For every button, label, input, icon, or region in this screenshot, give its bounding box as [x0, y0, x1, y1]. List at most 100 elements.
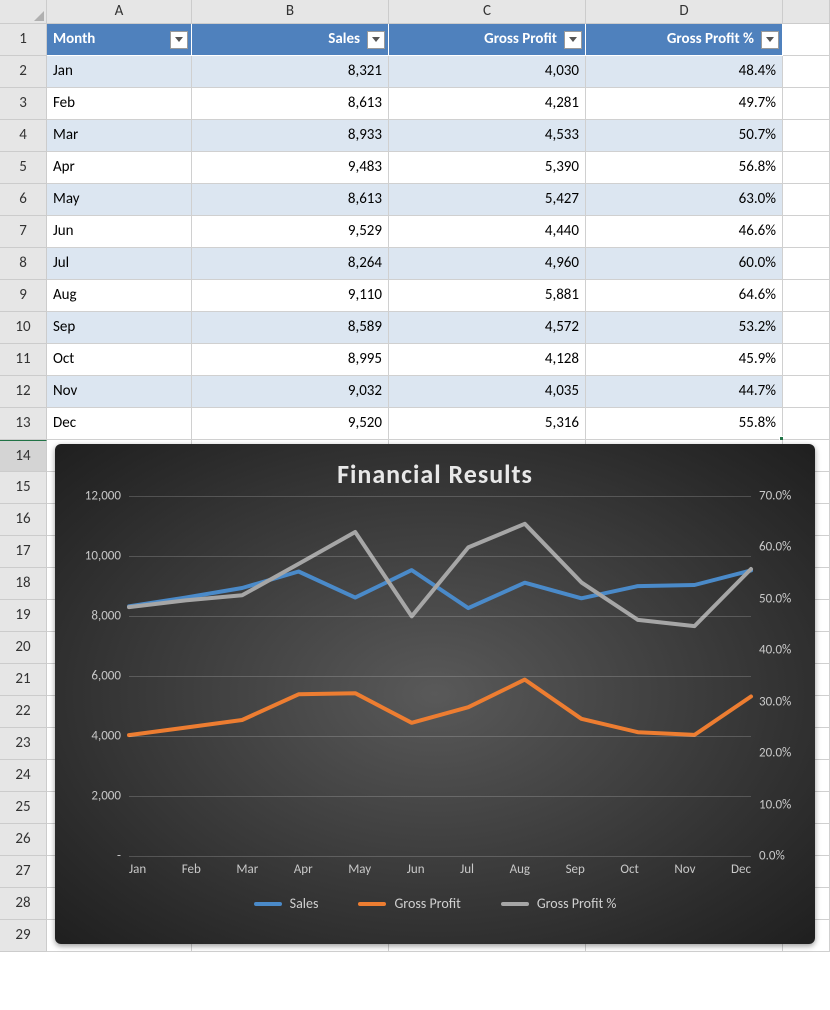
row-header-14[interactable]: 14	[0, 440, 47, 472]
row-header-28[interactable]: 28	[0, 888, 47, 920]
cell-month[interactable]: Jan	[47, 56, 192, 88]
filter-dropdown-icon[interactable]	[170, 31, 188, 49]
chart-container[interactable]: Financial Results -2,0004,0006,0008,0001…	[55, 444, 815, 944]
row-header-1[interactable]: 1	[0, 24, 47, 56]
row-header-26[interactable]: 26	[0, 824, 47, 856]
row-header-19[interactable]: 19	[0, 600, 47, 632]
col-header-D[interactable]: D	[586, 0, 783, 24]
select-all-corner[interactable]	[0, 0, 47, 24]
cell-empty[interactable]	[783, 88, 830, 120]
cell-gross-profit-pct[interactable]: 56.8%	[586, 152, 783, 184]
cell-sales[interactable]: 9,529	[192, 216, 389, 248]
cell-gross-profit-pct[interactable]: 45.9%	[586, 344, 783, 376]
cell-gross-profit-pct[interactable]: 48.4%	[586, 56, 783, 88]
cell-gross-profit[interactable]: 5,390	[389, 152, 586, 184]
table-header-sales[interactable]: Sales	[192, 24, 389, 56]
cell-month[interactable]: Jul	[47, 248, 192, 280]
filter-dropdown-icon[interactable]	[564, 31, 582, 49]
cell-empty[interactable]	[783, 120, 830, 152]
row-header-16[interactable]: 16	[0, 504, 47, 536]
cell-month[interactable]: Apr	[47, 152, 192, 184]
row-header-5[interactable]: 5	[0, 152, 47, 184]
cell-month[interactable]: Aug	[47, 280, 192, 312]
row-header-22[interactable]: 22	[0, 696, 47, 728]
cell-sales[interactable]: 9,110	[192, 280, 389, 312]
cell-gross-profit-pct[interactable]: 60.0%	[586, 248, 783, 280]
cell-gross-profit[interactable]: 5,316	[389, 408, 586, 440]
row-header-29[interactable]: 29	[0, 920, 47, 952]
cell-month[interactable]: Dec	[47, 408, 192, 440]
cell-sales[interactable]: 8,995	[192, 344, 389, 376]
row-header-18[interactable]: 18	[0, 568, 47, 600]
cell-sales[interactable]: 9,032	[192, 376, 389, 408]
row-header-27[interactable]: 27	[0, 856, 47, 888]
table-header-gpp[interactable]: Gross Profit %	[586, 24, 783, 56]
cell-empty[interactable]	[783, 280, 830, 312]
cell-gross-profit-pct[interactable]: 49.7%	[586, 88, 783, 120]
cell-sales[interactable]: 8,933	[192, 120, 389, 152]
filter-dropdown-icon[interactable]	[761, 31, 779, 49]
row-header-13[interactable]: 13	[0, 408, 47, 440]
row-header-10[interactable]: 10	[0, 312, 47, 344]
cell-month[interactable]: Mar	[47, 120, 192, 152]
cell-gross-profit[interactable]: 4,281	[389, 88, 586, 120]
cell-month[interactable]: Oct	[47, 344, 192, 376]
cell-gross-profit-pct[interactable]: 53.2%	[586, 312, 783, 344]
cell-gross-profit-pct[interactable]: 44.7%	[586, 376, 783, 408]
cell-sales[interactable]: 8,321	[192, 56, 389, 88]
row-header-15[interactable]: 15	[0, 472, 47, 504]
cell-empty[interactable]	[783, 216, 830, 248]
cell-gross-profit[interactable]: 4,533	[389, 120, 586, 152]
cell-gross-profit[interactable]: 4,128	[389, 344, 586, 376]
row-header-23[interactable]: 23	[0, 728, 47, 760]
cell-empty[interactable]	[783, 184, 830, 216]
cell-empty[interactable]	[783, 248, 830, 280]
row-header-17[interactable]: 17	[0, 536, 47, 568]
row-header-4[interactable]: 4	[0, 120, 47, 152]
cell-gross-profit-pct[interactable]: 64.6%	[586, 280, 783, 312]
cell-gross-profit[interactable]: 4,035	[389, 376, 586, 408]
row-header-12[interactable]: 12	[0, 376, 47, 408]
filter-dropdown-icon[interactable]	[367, 31, 385, 49]
row-header-8[interactable]: 8	[0, 248, 47, 280]
row-header-9[interactable]: 9	[0, 280, 47, 312]
cell-month[interactable]: May	[47, 184, 192, 216]
cell-empty[interactable]	[783, 24, 830, 56]
cell-sales[interactable]: 8,264	[192, 248, 389, 280]
row-header-3[interactable]: 3	[0, 88, 47, 120]
col-header-C[interactable]: C	[389, 0, 586, 24]
cell-gross-profit-pct[interactable]: 50.7%	[586, 120, 783, 152]
row-header-24[interactable]: 24	[0, 760, 47, 792]
cell-gross-profit[interactable]: 4,030	[389, 56, 586, 88]
cell-empty[interactable]	[783, 312, 830, 344]
row-header-25[interactable]: 25	[0, 792, 47, 824]
col-header-B[interactable]: B	[192, 0, 389, 24]
cell-gross-profit[interactable]: 5,881	[389, 280, 586, 312]
cell-sales[interactable]: 9,520	[192, 408, 389, 440]
row-header-20[interactable]: 20	[0, 632, 47, 664]
cell-empty[interactable]	[783, 408, 830, 440]
table-header-gp[interactable]: Gross Profit	[389, 24, 586, 56]
cell-gross-profit[interactable]: 4,440	[389, 216, 586, 248]
row-header-7[interactable]: 7	[0, 216, 47, 248]
cell-gross-profit-pct[interactable]: 63.0%	[586, 184, 783, 216]
cell-month[interactable]: Feb	[47, 88, 192, 120]
cell-sales[interactable]: 9,483	[192, 152, 389, 184]
cell-gross-profit-pct[interactable]: 46.6%	[586, 216, 783, 248]
cell-month[interactable]: Jun	[47, 216, 192, 248]
row-header-2[interactable]: 2	[0, 56, 47, 88]
cell-gross-profit-pct[interactable]: 55.8%	[586, 408, 783, 440]
cell-empty[interactable]	[783, 152, 830, 184]
cell-empty[interactable]	[783, 376, 830, 408]
cell-month[interactable]: Sep	[47, 312, 192, 344]
cell-empty[interactable]	[783, 56, 830, 88]
cell-gross-profit[interactable]: 5,427	[389, 184, 586, 216]
table-header-month[interactable]: Month	[47, 24, 192, 56]
col-header-A[interactable]: A	[47, 0, 192, 24]
cell-sales[interactable]: 8,613	[192, 88, 389, 120]
cell-empty[interactable]	[783, 344, 830, 376]
cell-gross-profit[interactable]: 4,572	[389, 312, 586, 344]
cell-month[interactable]: Nov	[47, 376, 192, 408]
col-header-extra[interactable]	[783, 0, 830, 24]
row-header-6[interactable]: 6	[0, 184, 47, 216]
